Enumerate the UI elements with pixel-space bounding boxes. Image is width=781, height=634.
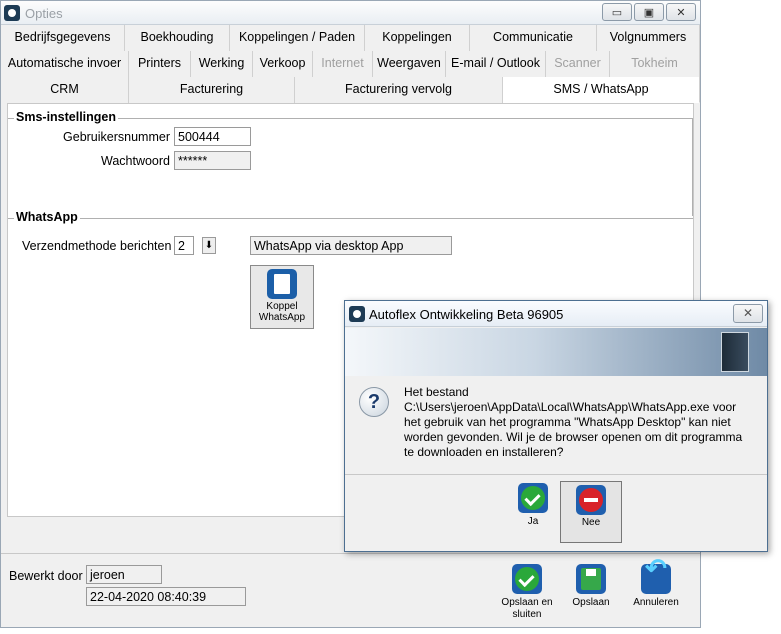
- stop-icon: [576, 485, 606, 515]
- tab-sms-whatsapp[interactable]: SMS / WhatsApp: [503, 77, 700, 103]
- save-close-button[interactable]: Opslaan en sluiten: [499, 564, 555, 621]
- message-line: het gebruik van het programma "WhatsApp …: [404, 415, 731, 429]
- title-bar: Opties ▭ ▣ ✕: [1, 1, 700, 25]
- tab-tokheim: Tokheim: [610, 51, 700, 77]
- message-dialog: Autoflex Ontwikkeling Beta 96905 ✕ ? Het…: [344, 300, 768, 552]
- checkmark-icon: [512, 564, 542, 594]
- minimize-button[interactable]: ▭: [602, 3, 632, 21]
- tab-weergaven[interactable]: Weergaven: [373, 51, 446, 77]
- no-label: Nee: [581, 517, 601, 528]
- app-icon: [4, 5, 20, 21]
- datetime-field: 22-04-2020 08:40:39: [86, 587, 246, 606]
- edited-by-label: Bewerkt door: [9, 569, 83, 583]
- message-line: te downloaden en installeren?: [404, 445, 564, 459]
- yes-button[interactable]: Ja: [505, 483, 561, 528]
- tab-bedrijfsgegevens[interactable]: Bedrijfsgegevens: [1, 25, 125, 51]
- user-number-field[interactable]: 500444: [174, 127, 251, 146]
- dialog-title: Autoflex Ontwikkeling Beta 96905: [369, 307, 564, 322]
- dialog-close-button[interactable]: ✕: [733, 304, 763, 323]
- user-number-label: Gebruikersnummer: [63, 130, 170, 144]
- tab-crm[interactable]: CRM: [1, 77, 129, 103]
- tab-scanner: Scanner: [546, 51, 610, 77]
- yes-label: Ja: [527, 516, 539, 527]
- dialog-banner: [345, 328, 767, 376]
- tab-internet: Internet: [313, 51, 373, 77]
- save-close-label: Opslaan en sluiten: [501, 597, 553, 620]
- close-button[interactable]: ✕: [666, 3, 696, 21]
- message-line: C:\Users\jeroen\AppData\Local\WhatsApp\W…: [404, 400, 737, 414]
- tab-boekhouding[interactable]: Boekhouding: [125, 25, 230, 51]
- tab-koppelingen-paden[interactable]: Koppelingen / Paden: [230, 25, 365, 51]
- koppel-whatsapp-button[interactable]: Koppel WhatsApp: [250, 265, 314, 329]
- message-line: worden gevonden. Wil je de browser opene…: [404, 430, 743, 444]
- save-button[interactable]: Opslaan: [563, 564, 619, 609]
- send-method-field[interactable]: 2: [174, 236, 194, 255]
- window-title: Opties: [25, 6, 63, 21]
- tab-email-outlook[interactable]: E-mail / Outlook: [446, 51, 546, 77]
- no-button[interactable]: Nee: [560, 481, 622, 543]
- undo-icon: [641, 562, 671, 594]
- tab-verkoop[interactable]: Verkoop: [253, 51, 313, 77]
- tab-facturering-vervolg[interactable]: Facturering vervolg: [295, 77, 503, 103]
- send-method-dropdown-icon[interactable]: ⬇: [202, 237, 216, 254]
- sms-group-title: Sms-instellingen: [14, 110, 119, 124]
- question-icon: ?: [359, 387, 389, 417]
- tab-row-1: Bedrijfsgegevens Boekhouding Koppelingen…: [1, 25, 700, 51]
- tab-communicatie[interactable]: Communicatie: [470, 25, 597, 51]
- tab-koppelingen[interactable]: Koppelingen: [365, 25, 470, 51]
- tab-row-3: CRM Facturering Facturering vervolg SMS …: [1, 77, 700, 103]
- cancel-label: Annuleren: [633, 597, 679, 608]
- message-line: Het bestand: [404, 385, 469, 399]
- link-document-icon: [267, 269, 297, 299]
- password-field[interactable]: ******: [174, 151, 251, 170]
- cancel-button[interactable]: Annuleren: [628, 562, 684, 609]
- dialog-message: Het bestand C:\Users\jeroen\AppData\Loca…: [404, 385, 760, 460]
- brand-logo-icon: [721, 332, 749, 372]
- whatsapp-group-title: WhatsApp: [14, 210, 80, 224]
- tab-automatische-invoer[interactable]: Automatische invoer: [1, 51, 129, 77]
- password-label: Wachtwoord: [100, 154, 170, 168]
- koppel-whatsapp-label: Koppel WhatsApp: [258, 301, 306, 323]
- checkmark-icon: [518, 483, 548, 513]
- tab-werking[interactable]: Werking: [191, 51, 253, 77]
- footer-bar: Bewerkt door jeroen 22-04-2020 08:40:39 …: [1, 553, 700, 627]
- maximize-button[interactable]: ▣: [634, 3, 664, 21]
- send-method-description: WhatsApp via desktop App: [250, 236, 452, 255]
- floppy-disk-icon: [576, 564, 606, 594]
- tab-facturering[interactable]: Facturering: [129, 77, 295, 103]
- tab-row-2: Automatische invoer Printers Werking Ver…: [1, 51, 700, 77]
- app-icon: [349, 306, 365, 322]
- tab-volgnummers[interactable]: Volgnummers: [597, 25, 700, 51]
- edited-by-field: jeroen: [86, 565, 162, 584]
- dialog-title-bar: Autoflex Ontwikkeling Beta 96905 ✕: [345, 301, 767, 327]
- send-method-label: Verzendmethode berichten: [22, 239, 172, 253]
- save-label: Opslaan: [572, 597, 610, 608]
- tab-printers[interactable]: Printers: [129, 51, 191, 77]
